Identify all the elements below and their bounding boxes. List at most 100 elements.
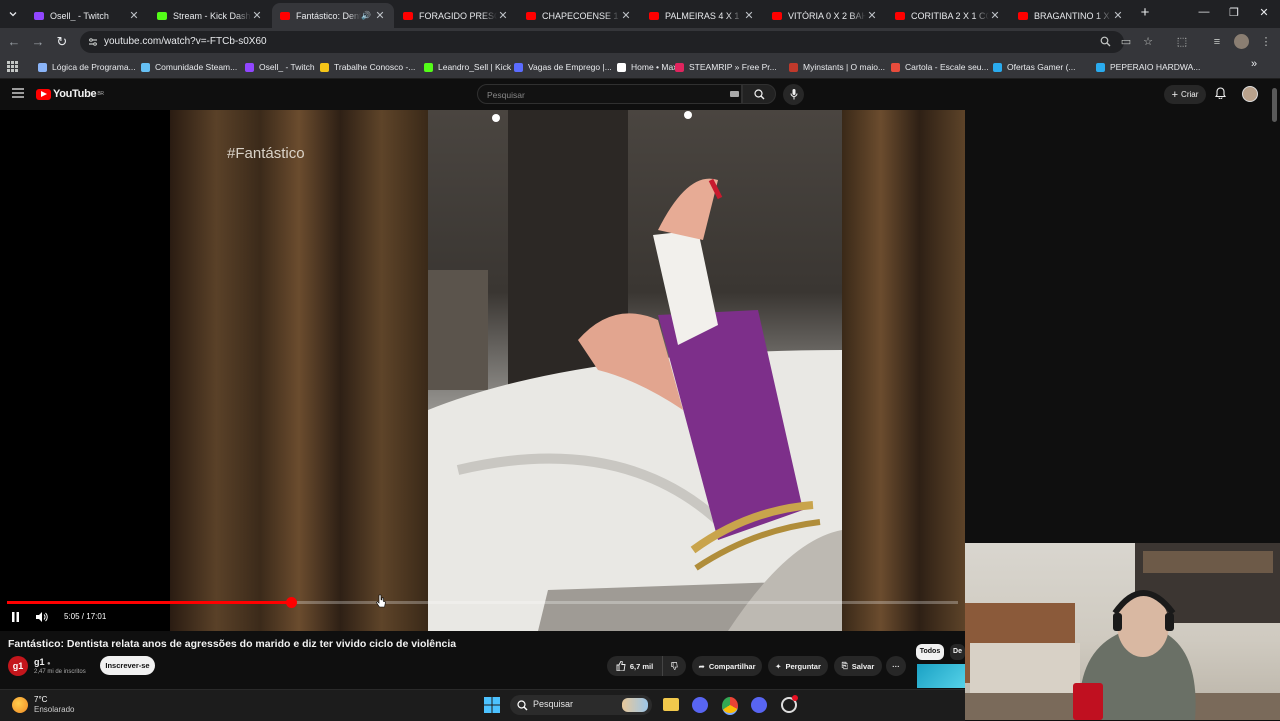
bookmark-item[interactable]: Leandro_Sell | Kick: [424, 60, 511, 74]
keyboard-icon[interactable]: [730, 91, 739, 97]
apps-grid-icon[interactable]: [7, 61, 18, 72]
tab-close-icon[interactable]: ✕: [866, 9, 878, 22]
more-bookmarks-icon[interactable]: »: [1251, 58, 1257, 70]
tab-close-icon[interactable]: ✕: [497, 9, 509, 22]
bookmark-item[interactable]: STEAMRIP » Free Pr...: [675, 60, 777, 74]
extensions-icon[interactable]: ⬚: [1174, 34, 1190, 50]
chip-all[interactable]: Todos: [916, 644, 944, 660]
subscribe-button[interactable]: Inscrever-se: [100, 656, 155, 675]
close-window-button[interactable]: ✕: [1254, 6, 1274, 22]
chevron-down-icon: [9, 12, 17, 17]
browser-tab-strip: Osell_ - Twitch✕Stream - Kick Dashboard✕…: [0, 0, 1280, 28]
bookmark-label: Home • Max: [631, 62, 678, 72]
minimize-button[interactable]: —: [1194, 6, 1214, 22]
address-bar[interactable]: youtube.com/watch?v=-FTCb-s0X60: [80, 31, 1124, 53]
discord-secondary-icon[interactable]: [751, 697, 767, 713]
voice-search-button[interactable]: [783, 84, 804, 105]
bookmark-item[interactable]: Cartola - Escale seu...: [891, 60, 989, 74]
kick-icon: [157, 11, 167, 21]
recommended-thumbnail[interactable]: [917, 664, 965, 688]
bookmark-label: Myinstants | O maio...: [803, 62, 886, 72]
chrome-icon[interactable]: [722, 697, 738, 715]
bookmark-item[interactable]: Osell_ - Twitch: [245, 60, 315, 74]
share-button[interactable]: ➦ Compartilhar: [692, 656, 762, 676]
menu-icon[interactable]: [12, 88, 24, 98]
tab-search-button[interactable]: [4, 5, 22, 23]
new-tab-button[interactable]: +: [1137, 5, 1153, 22]
discord-icon[interactable]: [692, 697, 708, 713]
bookmark-item[interactable]: Lógica de Programa...: [38, 60, 136, 74]
like-button[interactable]: 6,7 mil: [607, 656, 662, 676]
browser-tab[interactable]: FORAGIDO PRESO E✕: [395, 3, 517, 28]
profile-avatar[interactable]: [1234, 34, 1249, 49]
browser-tab[interactable]: BRAGANTINO 1 X 0 ✕: [1010, 3, 1132, 28]
video-title: Fantástico: Dentista relata anos de agre…: [8, 638, 457, 650]
bookmark-item[interactable]: PEPERAIO HARDWA...: [1096, 60, 1200, 74]
media-control-icon[interactable]: ≡: [1209, 34, 1225, 50]
zoom-icon[interactable]: [1100, 36, 1111, 47]
bookmark-item[interactable]: Trabalhe Conosco -...: [320, 60, 415, 74]
video-player[interactable]: #Fantástico 5:05 / 17:01: [0, 110, 965, 631]
create-button[interactable]: + Criar: [1164, 85, 1206, 104]
tab-audio-icon[interactable]: 🔊: [361, 11, 371, 20]
weather-sun-icon[interactable]: [12, 697, 28, 713]
bookmark-label: Ofertas Gamer (...: [1007, 62, 1076, 72]
forward-button[interactable]: →: [30, 34, 46, 50]
search-input[interactable]: [485, 89, 719, 101]
tab-close-icon[interactable]: ✕: [743, 9, 755, 22]
bookmark-item[interactable]: Ofertas Gamer (...: [993, 60, 1076, 74]
bookmark-item[interactable]: Vagas de Emprego |...: [514, 60, 612, 74]
subscriber-count: 2,47 mi de inscritos: [34, 669, 86, 675]
page-scrollbar[interactable]: [1272, 88, 1277, 122]
tab-close-icon[interactable]: ✕: [989, 9, 1001, 22]
weather-temperature[interactable]: 7°C: [34, 695, 47, 704]
tab-title: Stream - Kick Dashboard: [173, 10, 251, 21]
file-explorer-icon[interactable]: [663, 698, 679, 711]
tab-close-icon[interactable]: ✕: [374, 9, 386, 22]
bookmark-item[interactable]: Home • Max: [617, 60, 677, 74]
tab-close-icon[interactable]: ✕: [128, 9, 140, 22]
progress-scrubber-handle[interactable]: [286, 597, 298, 608]
browser-tab[interactable]: Stream - Kick Dashboard✕: [149, 3, 271, 28]
pause-button[interactable]: [11, 610, 20, 624]
channel-avatar[interactable]: g1: [8, 656, 28, 676]
dislike-button[interactable]: [662, 656, 686, 676]
browser-tab[interactable]: CORITIBA 2 X 1 CORI✕: [887, 3, 1009, 28]
tab-close-icon[interactable]: ✕: [251, 9, 263, 22]
cast-icon[interactable]: ▭: [1118, 34, 1134, 50]
chip-partial[interactable]: De: [950, 644, 965, 660]
browser-tab[interactable]: Fantástico: Dentista relata🔊✕: [272, 3, 394, 28]
search-button[interactable]: [742, 84, 776, 104]
browser-tab[interactable]: CHAPECOENSE 1 X 0✕: [518, 3, 640, 28]
more-actions-button[interactable]: ···: [886, 656, 906, 676]
back-button[interactable]: ←: [6, 34, 22, 50]
windows-start-icon[interactable]: [484, 697, 500, 713]
volume-button[interactable]: [36, 610, 48, 624]
bookmark-label: Leandro_Sell | Kick: [438, 62, 512, 72]
browser-tab[interactable]: Osell_ - Twitch ✕: [26, 3, 148, 28]
restore-button[interactable]: ❐: [1224, 6, 1244, 22]
more-menu-icon[interactable]: ⋮: [1258, 34, 1274, 50]
account-avatar[interactable]: [1242, 86, 1258, 102]
site-info-icon[interactable]: [88, 37, 98, 47]
microphone-icon: [790, 89, 797, 100]
taskbar-search[interactable]: Pesquisar: [510, 695, 652, 715]
mouse-cursor-icon: [376, 594, 386, 608]
tab-close-icon[interactable]: ✕: [620, 9, 632, 22]
save-button[interactable]: ⎘ Salvar: [834, 656, 882, 676]
channel-name[interactable]: g1 ●: [34, 657, 51, 667]
browser-tab[interactable]: PALMEIRAS 4 X 1 VASCO✕: [641, 3, 763, 28]
notifications-bell-icon[interactable]: [1215, 87, 1226, 99]
reload-button[interactable]: ↻: [54, 34, 70, 50]
star-bookmark-icon[interactable]: ☆: [1140, 34, 1156, 50]
ask-button[interactable]: ✦ Perguntar: [768, 656, 828, 676]
youtube-logo[interactable]: YouTube BR: [36, 88, 104, 100]
pause-icon: [12, 612, 19, 622]
bookmark-item[interactable]: Myinstants | O maio...: [789, 60, 885, 74]
browser-tab[interactable]: VITÓRIA 0 X 2 BAHIA✕: [764, 3, 886, 28]
ask-label: Perguntar: [785, 661, 821, 671]
bookmark-item[interactable]: Comunidade Steam...: [141, 60, 237, 74]
tab-close-icon[interactable]: ✕: [1112, 9, 1124, 22]
progress-bar[interactable]: [7, 597, 958, 608]
weather-description[interactable]: Ensolarado: [34, 705, 74, 714]
